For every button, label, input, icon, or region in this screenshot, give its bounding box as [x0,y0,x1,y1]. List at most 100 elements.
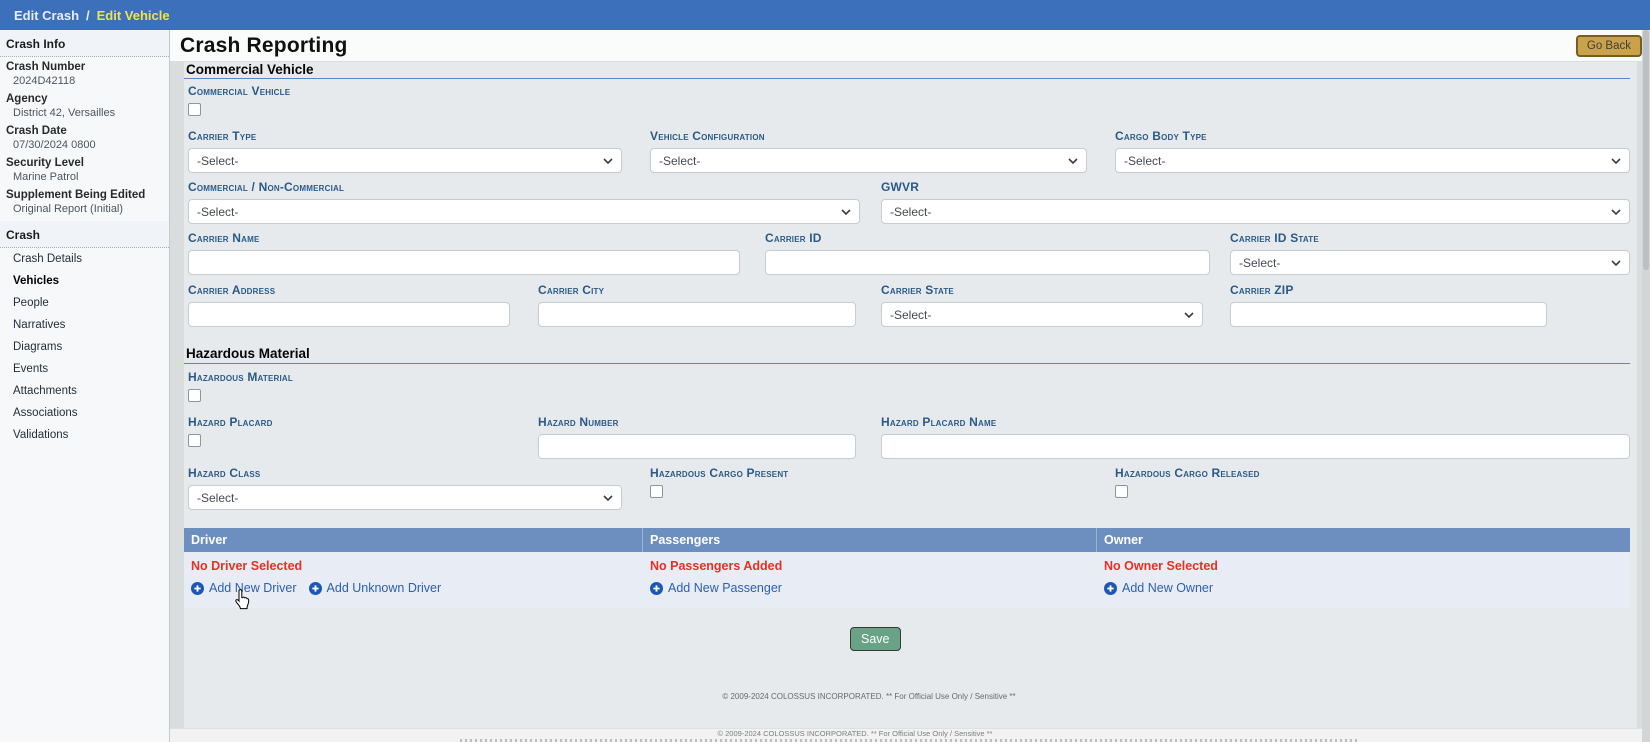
commercial-vehicle-label: Commercial Vehicle [188,84,290,98]
owner-status: No Owner Selected [1104,559,1630,573]
vehicle-form-panel: Commercial Vehicle Commercial Vehicle Ca… [184,62,1637,728]
info-value-supplement: Original Report (Initial) [0,201,169,217]
field-carrier-id: Carrier ID [765,231,1210,275]
driver-cell: No Driver Selected Add New Driver Add Un… [184,552,643,608]
field-hazard-class: Hazard Class -Select- [188,466,622,510]
sidebar-item-narratives[interactable]: Narratives [0,314,169,336]
info-value-crash-date: 07/30/2024 0800 [0,137,169,153]
hazardous-material-label: Hazardous Material [188,370,293,384]
field-hazardous-cargo-present: Hazardous Cargo Present [650,466,788,498]
cargo-body-type-select[interactable]: -Select- [1115,148,1630,173]
add-new-owner-link[interactable]: Add New Owner [1104,581,1213,595]
breadcrumb-edit-crash[interactable]: Edit Crash [14,8,79,23]
chevron-down-icon [1184,312,1194,318]
hazard-placard-checkbox[interactable] [188,434,201,447]
info-label-agency: Agency [0,89,169,105]
hazard-placard-name-label: Hazard Placard Name [881,415,1630,429]
field-hazardous-material: Hazardous Material [188,370,293,402]
carrier-id-state-select[interactable]: -Select- [1230,250,1630,275]
carrier-address-input[interactable] [188,302,510,327]
footer-copyright-repeat: © 2009-2024 COLOSSUS INCORPORATED. ** Fo… [170,729,1540,738]
hazard-number-input[interactable] [538,434,856,459]
go-back-button[interactable]: Go Back [1576,35,1642,57]
vehicle-configuration-select[interactable]: -Select- [650,148,1087,173]
carrier-address-label: Carrier Address [188,283,510,297]
scrollbar[interactable] [1642,30,1650,742]
sidebar-item-associations[interactable]: Associations [0,402,169,424]
info-value-agency: District 42, Versailles [0,105,169,121]
carrier-state-select[interactable]: -Select- [881,302,1203,327]
sidebar-item-people[interactable]: People [0,292,169,314]
carrier-state-label: Carrier State [881,283,1203,297]
hazardous-material-checkbox[interactable] [188,389,201,402]
content-area: Commercial Vehicle Commercial Vehicle Ca… [170,62,1650,728]
carrier-zip-label: Carrier ZIP [1230,283,1547,297]
field-carrier-city: Carrier City [538,283,856,327]
footer-copyright: © 2009-2024 COLOSSUS INCORPORATED. ** Fo… [184,692,1554,701]
scrollbar-thumb[interactable] [1643,30,1649,270]
chevron-down-icon [1611,209,1621,215]
sidebar-header-crash: Crash [0,221,169,248]
carrier-id-state-label: Carrier ID State [1230,231,1630,245]
gwvr-select[interactable]: -Select- [881,199,1630,224]
carrier-id-input[interactable] [765,250,1210,275]
info-label-crash-date: Crash Date [0,121,169,137]
field-gwvr: GWVR -Select- [881,180,1630,224]
commercial-non-commercial-label: Commercial / Non-Commercial [188,180,860,194]
plus-circle-icon [191,582,204,595]
sidebar: Crash Info Crash Number 2024D42118 Agenc… [0,30,170,742]
plus-circle-icon [1104,582,1117,595]
sidebar-item-validations[interactable]: Validations [0,424,169,446]
breadcrumb-edit-vehicle[interactable]: Edit Vehicle [97,8,170,23]
info-value-crash-number: 2024D42118 [0,73,169,89]
field-carrier-zip: Carrier ZIP [1230,283,1547,327]
info-label-crash-number: Crash Number [0,57,169,73]
sidebar-item-crash-details[interactable]: Crash Details [0,248,169,270]
sidebar-item-events[interactable]: Events [0,358,169,380]
sidebar-item-diagrams[interactable]: Diagrams [0,336,169,358]
top-bar: Edit Crash / Edit Vehicle [0,0,1650,30]
chevron-down-icon [603,495,613,501]
hazardous-cargo-present-label: Hazardous Cargo Present [650,466,788,480]
carrier-type-label: Carrier Type [188,129,622,143]
hazardous-cargo-present-checkbox[interactable] [650,485,663,498]
cargo-body-type-label: Cargo Body Type [1115,129,1630,143]
save-button[interactable]: Save [850,627,901,651]
passengers-cell: No Passengers Added Add New Passenger [643,552,1097,608]
add-new-driver-link[interactable]: Add New Driver [191,581,297,595]
commercial-non-commercial-select[interactable]: -Select- [188,199,860,224]
carrier-type-select[interactable]: -Select- [188,148,622,173]
add-new-passenger-link[interactable]: Add New Passenger [650,581,782,595]
carrier-name-input[interactable] [188,250,740,275]
info-value-security-level: Marine Patrol [0,169,169,185]
owner-cell: No Owner Selected Add New Owner [1097,552,1630,608]
page-header: Crash Reporting Go Back [170,30,1650,62]
field-hazard-placard-name: Hazard Placard Name [881,415,1630,459]
hazard-placard-name-input[interactable] [881,434,1630,459]
carrier-city-input[interactable] [538,302,856,327]
gwvr-label: GWVR [881,180,1630,194]
section-divider [184,78,1630,79]
hazardous-cargo-released-checkbox[interactable] [1115,485,1128,498]
field-carrier-type: Carrier Type -Select- [188,129,622,173]
hazard-class-select[interactable]: -Select- [188,485,622,510]
carrier-zip-input[interactable] [1230,302,1547,327]
page-title: Crash Reporting [180,34,348,58]
chevron-down-icon [1611,260,1621,266]
commercial-vehicle-checkbox[interactable] [188,103,201,116]
sidebar-item-vehicles[interactable]: Vehicles [0,270,169,292]
sidebar-item-attachments[interactable]: Attachments [0,380,169,402]
people-table-header: Driver Passengers Owner [184,528,1630,552]
vehicle-configuration-label: Vehicle Configuration [650,129,1087,143]
add-unknown-driver-link[interactable]: Add Unknown Driver [309,581,442,595]
field-hazardous-cargo-released: Hazardous Cargo Released [1115,466,1260,498]
field-vehicle-configuration: Vehicle Configuration -Select- [650,129,1087,173]
hazardous-cargo-released-label: Hazardous Cargo Released [1115,466,1260,480]
column-header-passengers: Passengers [643,528,1097,552]
driver-status: No Driver Selected [191,559,643,573]
carrier-city-label: Carrier City [538,283,856,297]
section-divider [184,363,1630,364]
chevron-down-icon [603,158,613,164]
field-carrier-id-state: Carrier ID State -Select- [1230,231,1630,275]
passengers-status: No Passengers Added [650,559,1097,573]
